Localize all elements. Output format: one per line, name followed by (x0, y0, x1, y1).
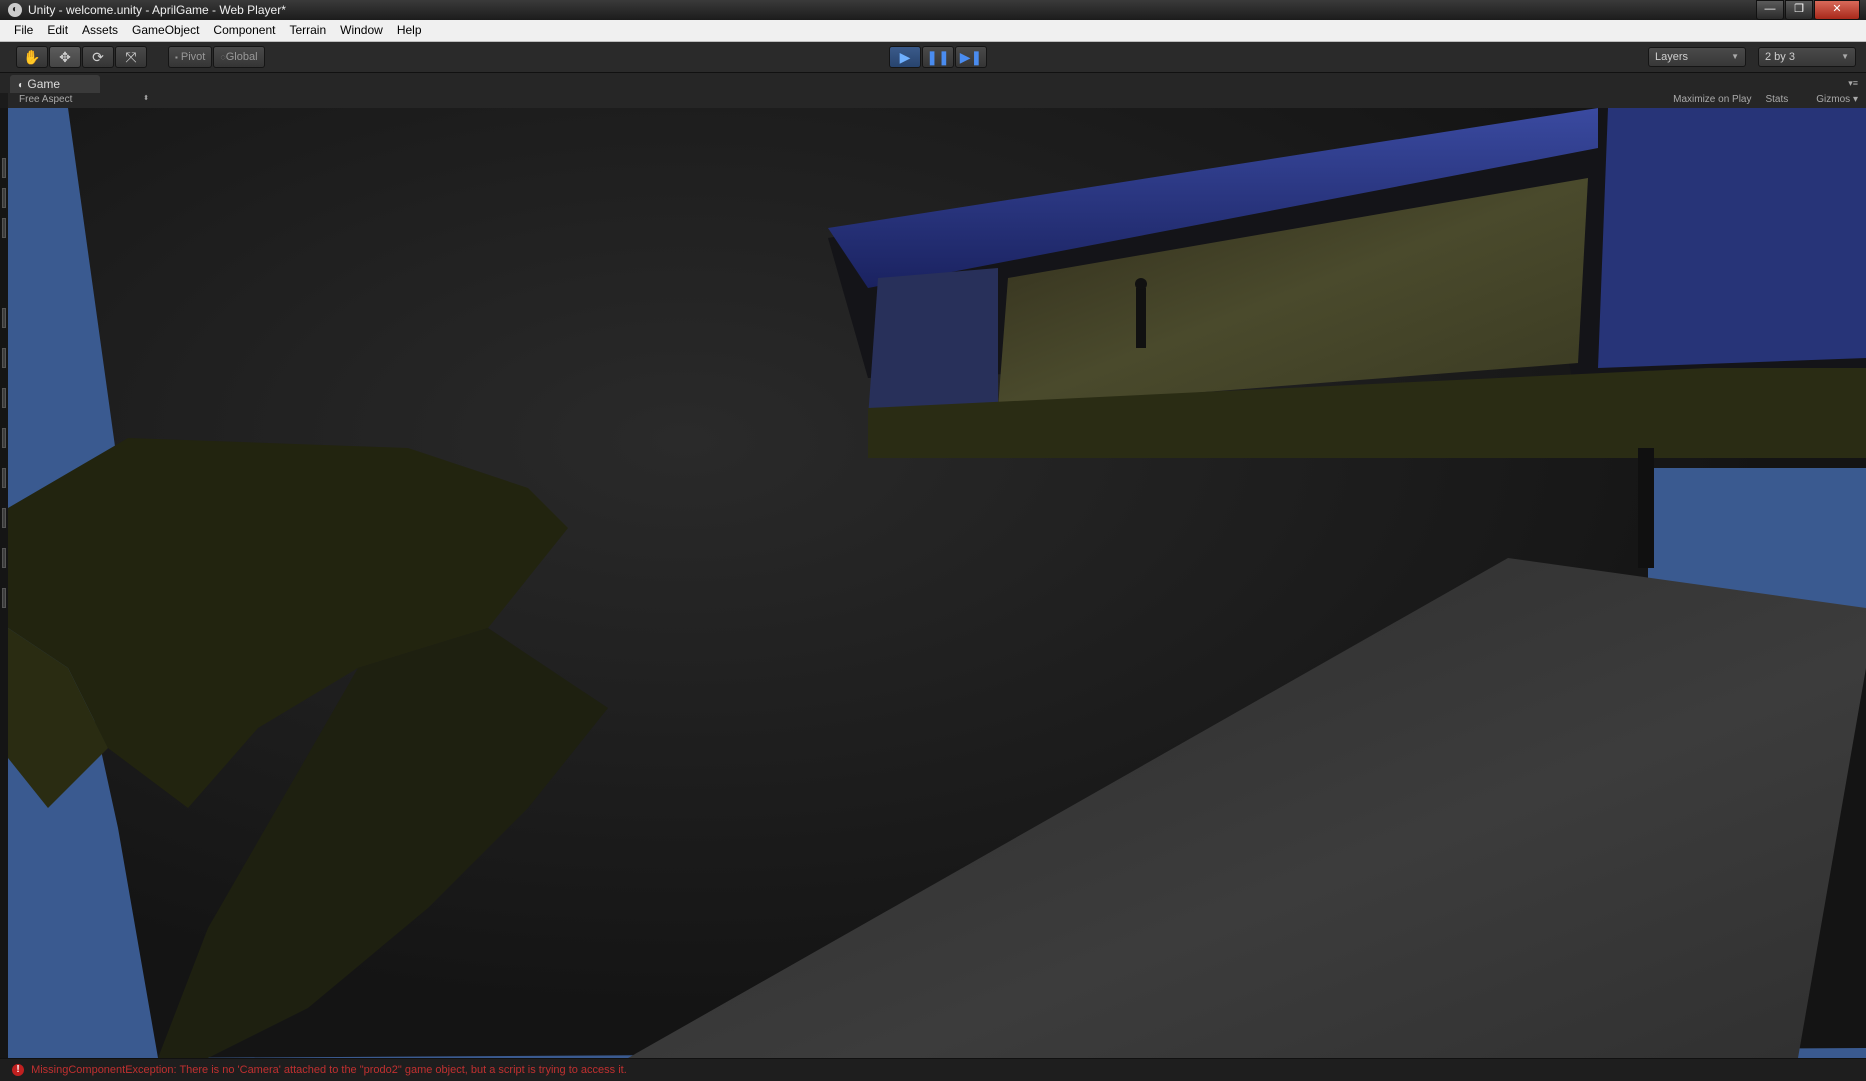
console-status-bar[interactable]: ! MissingComponentException: There is no… (0, 1058, 1866, 1081)
game-tab-row: ◐ Game ▾≡ (0, 73, 1866, 93)
global-toggle[interactable]: ◌Global (213, 46, 265, 68)
character-silhouette (1136, 288, 1146, 348)
dock-handle[interactable] (2, 188, 6, 208)
transform-tools: ✋ ✥ ⟳ ⤧ (16, 46, 148, 68)
gizmos-label: Gizmos (1816, 94, 1851, 105)
game-viewport[interactable] (8, 108, 1866, 1058)
window-title: Unity - welcome.unity - AprilGame - Web … (28, 3, 286, 17)
main-toolbar: ✋ ✥ ⟳ ⤧ ▪ Pivot ◌Global ▶ ❚❚ ▶❚ Layers ▼… (0, 42, 1866, 73)
layout-label: 2 by 3 (1765, 51, 1795, 63)
panel-menu-icon[interactable]: ▾≡ (1848, 78, 1858, 89)
left-curtain (868, 268, 998, 418)
pillar-right (1638, 448, 1654, 568)
menu-terrain[interactable]: Terrain (282, 20, 333, 41)
unity-logo-icon: ◐ (8, 3, 22, 17)
game-view-options: Maximize on Play Stats Gizmos ▾ (1659, 94, 1858, 105)
step-icon: ▶❚ (959, 49, 983, 65)
error-icon: ! (12, 1064, 24, 1077)
pause-icon: ❚❚ (926, 49, 950, 65)
dock-handle[interactable] (2, 388, 6, 408)
pivot-toggle[interactable]: ▪ Pivot (168, 46, 213, 68)
rotate-tool-button[interactable]: ⟳ (82, 46, 114, 68)
hand-tool-button[interactable]: ✋ (16, 46, 48, 68)
menu-gameobject[interactable]: GameObject (125, 20, 206, 41)
game-view-icon: ◐ (18, 80, 25, 91)
right-curtain (1598, 108, 1866, 368)
play-icon: ▶ (899, 49, 911, 65)
gizmos-toggle[interactable]: Gizmos ▾ (1802, 94, 1858, 105)
dock-handle[interactable] (2, 508, 6, 528)
maximize-on-play-toggle[interactable]: Maximize on Play (1673, 94, 1751, 105)
stats-toggle[interactable]: Stats (1765, 94, 1788, 105)
move-icon: ✥ (59, 49, 71, 65)
maximize-button[interactable]: ❐ (1785, 0, 1813, 20)
pivot-toggles: ▪ Pivot ◌Global (168, 46, 266, 68)
game-scene (8, 108, 1866, 1058)
window-controls: — ❐ ✕ (1755, 0, 1860, 20)
dock-handle[interactable] (2, 308, 6, 328)
close-button[interactable]: ✕ (1814, 0, 1860, 20)
play-button[interactable]: ▶ (889, 46, 921, 68)
chevron-down-icon: ▼ (1841, 52, 1849, 61)
move-tool-button[interactable]: ✥ (49, 46, 81, 68)
hand-icon: ✋ (23, 49, 41, 65)
dock-handle[interactable] (2, 218, 6, 238)
dock-handle[interactable] (2, 468, 6, 488)
scale-icon: ⤧ (125, 49, 137, 65)
chevron-down-icon: ▼ (1731, 52, 1739, 61)
left-dock-strip (0, 108, 8, 1058)
menu-component[interactable]: Component (206, 20, 282, 41)
aspect-label: Free Aspect (19, 94, 73, 105)
tab-game[interactable]: ◐ Game (10, 75, 100, 93)
aspect-dropdown[interactable]: Free Aspect ⬍ (19, 94, 149, 105)
menu-help[interactable]: Help (390, 20, 429, 41)
menu-window[interactable]: Window (333, 20, 390, 41)
menu-edit[interactable]: Edit (40, 20, 75, 41)
layers-dropdown[interactable]: Layers ▼ (1648, 47, 1746, 67)
dock-handle[interactable] (2, 428, 6, 448)
play-controls: ▶ ❚❚ ▶❚ (889, 46, 988, 68)
menu-bar: File Edit Assets GameObject Component Te… (0, 20, 1866, 42)
dock-handle[interactable] (2, 158, 6, 178)
layout-dropdown[interactable]: 2 by 3 ▼ (1758, 47, 1856, 67)
window-titlebar: ◐ Unity - welcome.unity - AprilGame - We… (0, 0, 1866, 20)
step-button[interactable]: ▶❚ (955, 46, 987, 68)
rotate-icon: ⟳ (92, 49, 104, 65)
character-head (1135, 278, 1147, 290)
tab-game-label: Game (27, 77, 61, 91)
game-view-toolbar: Free Aspect ⬍ Maximize on Play Stats Giz… (8, 93, 1866, 108)
dock-handle[interactable] (2, 588, 6, 608)
pivot-label: Pivot (180, 51, 206, 63)
pause-button[interactable]: ❚❚ (922, 46, 954, 68)
scale-tool-button[interactable]: ⤧ (115, 46, 147, 68)
status-message: MissingComponentException: There is no '… (31, 1064, 627, 1076)
dock-handle[interactable] (2, 348, 6, 368)
pivot-icon: ▪ (175, 53, 178, 62)
minimize-button[interactable]: — (1756, 0, 1784, 20)
chevron-updown-icon: ⬍ (143, 95, 149, 102)
layers-label: Layers (1655, 51, 1689, 63)
global-label: Global (225, 51, 258, 63)
menu-file[interactable]: File (0, 20, 40, 41)
menu-assets[interactable]: Assets (75, 20, 125, 41)
dock-handle[interactable] (2, 548, 6, 568)
